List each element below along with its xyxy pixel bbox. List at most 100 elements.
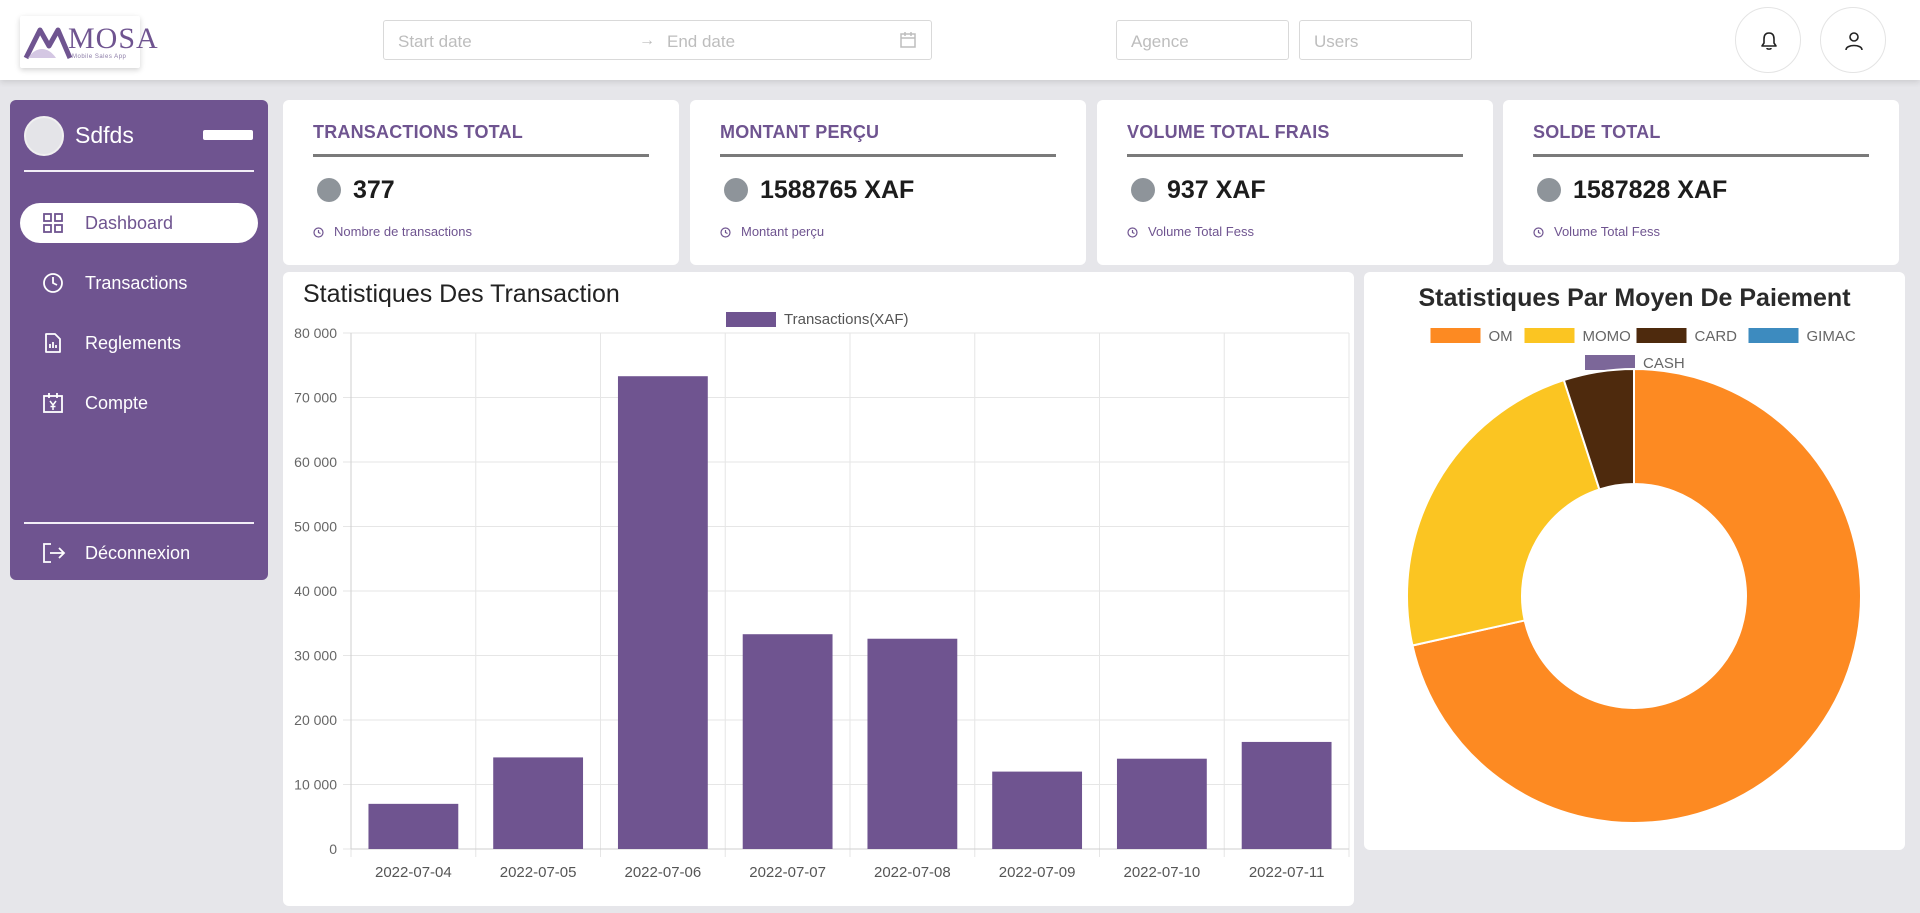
card-note: Volume Total Fess [1127, 224, 1254, 239]
card-note: Volume Total Fess [1533, 224, 1660, 239]
brand-logo[interactable]: MOSA Mobile Sales App [20, 16, 158, 68]
card-note-text: Volume Total Fess [1148, 224, 1254, 239]
bar [992, 771, 1083, 849]
sidebar-item-transactions[interactable]: Transactions [20, 263, 258, 303]
card-value: 1588765 XAF [760, 176, 915, 204]
card-note: Nombre de transactions [313, 224, 472, 239]
legend-label: CARD [1695, 328, 1738, 345]
user-profile-button[interactable] [1820, 7, 1886, 73]
bar-chart: Transactions(XAF) 0 10 000 20 000 30 000 40 0… [294, 311, 1350, 881]
payment-method-chart-panel: Statistiques Par Moyen De Paiement OM MOM… [1364, 272, 1905, 850]
avatar[interactable] [24, 116, 64, 156]
agence-select[interactable]: Agence [1116, 20, 1289, 60]
top-bar: MOSA Mobile Sales App Start date → End d… [0, 0, 1920, 80]
chart-title: Statistiques Par Moyen De Paiement [1418, 284, 1851, 312]
grid-icon [43, 213, 63, 233]
bar [1116, 758, 1207, 849]
y-tick-label: 70 000 [294, 390, 337, 406]
divider [1127, 154, 1463, 157]
logout-button[interactable]: Déconnexion [20, 533, 258, 573]
legend-label: GIMAC [1807, 328, 1856, 345]
clock-icon [1533, 227, 1544, 238]
stat-card-montant-percu: MONTANT PERÇU 1588765 XAF Montant perçu [690, 100, 1086, 265]
bar [493, 757, 584, 849]
end-date-input[interactable]: End date [667, 32, 735, 52]
logout-icon [43, 543, 66, 563]
start-date-input[interactable]: Start date [398, 32, 472, 52]
stat-card-solde-total: SOLDE TOTAL 1587828 XAF Volume Total Fes… [1503, 100, 1899, 265]
donut-slice [1406, 378, 1601, 647]
clock-icon [1127, 227, 1138, 238]
users-select[interactable]: Users [1299, 20, 1472, 60]
legend-swatch [1430, 328, 1481, 343]
chart-title: Statistiques Des Transaction [303, 280, 620, 308]
bar [742, 634, 833, 849]
y-tick-label: 60 000 [294, 454, 337, 470]
date-range-picker[interactable]: Start date → End date [383, 20, 932, 60]
stat-card-transactions-total: TRANSACTIONS TOTAL 377 Nombre de transac… [283, 100, 679, 265]
logout-label: Déconnexion [85, 543, 191, 563]
clock-icon [313, 227, 324, 238]
card-title: TRANSACTIONS TOTAL [313, 122, 523, 142]
x-tick-label: 2022-07-05 [500, 864, 577, 881]
divider [720, 154, 1056, 157]
agence-placeholder: Agence [1131, 32, 1189, 51]
bar [368, 803, 459, 849]
x-tick-label: 2022-07-09 [999, 864, 1076, 881]
status-dot-icon [1131, 178, 1155, 202]
y-tick-label: 50 000 [294, 519, 337, 535]
divider [313, 154, 649, 157]
card-note-text: Volume Total Fess [1554, 224, 1660, 239]
x-tick-label: 2022-07-06 [625, 864, 702, 881]
calendar-yen-icon [43, 393, 63, 413]
brand-name: MOSA [68, 22, 159, 55]
card-title: MONTANT PERÇU [720, 122, 880, 142]
user-icon [1845, 32, 1863, 51]
legend-swatch [1748, 328, 1799, 343]
legend-swatch [1636, 328, 1687, 343]
sidebar-item-label: Dashboard [85, 213, 174, 233]
transactions-chart-panel: Statistiques Des Transaction Transaction… [283, 272, 1354, 906]
divider [24, 522, 254, 524]
notifications-button[interactable] [1735, 7, 1801, 73]
bar [617, 376, 708, 849]
clock-icon [43, 273, 63, 293]
sidebar: Sdfds Dashboard Transactions Reglements [10, 100, 268, 580]
y-tick-label: 80 000 [294, 325, 337, 341]
x-tick-label: 2022-07-08 [874, 864, 951, 881]
sidebar-toggle-button[interactable] [203, 130, 253, 140]
y-tick-label: 10 000 [294, 777, 337, 793]
x-tick-label: 2022-07-11 [1249, 864, 1325, 881]
sidebar-item-compte[interactable]: Compte [20, 383, 258, 423]
card-value: 1587828 XAF [1573, 176, 1728, 204]
legend-swatch [1524, 328, 1575, 343]
x-tick-label: 2022-07-07 [749, 864, 826, 881]
divider [1533, 154, 1869, 157]
sidebar-item-dashboard[interactable]: Dashboard [20, 203, 258, 243]
x-tick-label: 2022-07-04 [375, 864, 452, 881]
legend-label: OM [1489, 328, 1513, 345]
card-value: 377 [353, 176, 395, 204]
sidebar-item-label: Reglements [85, 333, 182, 353]
x-tick-label: 2022-07-10 [1124, 864, 1201, 881]
legend-swatch [726, 312, 776, 327]
logo-mark-icon [23, 27, 72, 60]
sidebar-item-label: Compte [85, 393, 149, 413]
bar [1241, 741, 1332, 849]
card-note: Montant perçu [720, 224, 824, 239]
status-dot-icon [317, 178, 341, 202]
y-tick-label: 30 000 [294, 648, 337, 664]
card-value: 937 XAF [1167, 176, 1266, 204]
bell-icon [1761, 32, 1777, 50]
card-note-text: Nombre de transactions [334, 224, 473, 239]
y-tick-label: 20 000 [294, 712, 337, 728]
range-arrow-icon: → [639, 32, 655, 49]
legend-swatch [1585, 355, 1635, 370]
sidebar-item-label: Transactions [85, 273, 188, 293]
legend-label: Transactions(XAF) [784, 311, 908, 328]
donut-chart: OM MOMO CARD GIMACCASH [1406, 328, 1862, 824]
sidebar-item-reglements[interactable]: Reglements [20, 323, 258, 363]
card-title: SOLDE TOTAL [1533, 122, 1661, 142]
status-dot-icon [724, 178, 748, 202]
calendar-icon[interactable] [899, 31, 917, 49]
